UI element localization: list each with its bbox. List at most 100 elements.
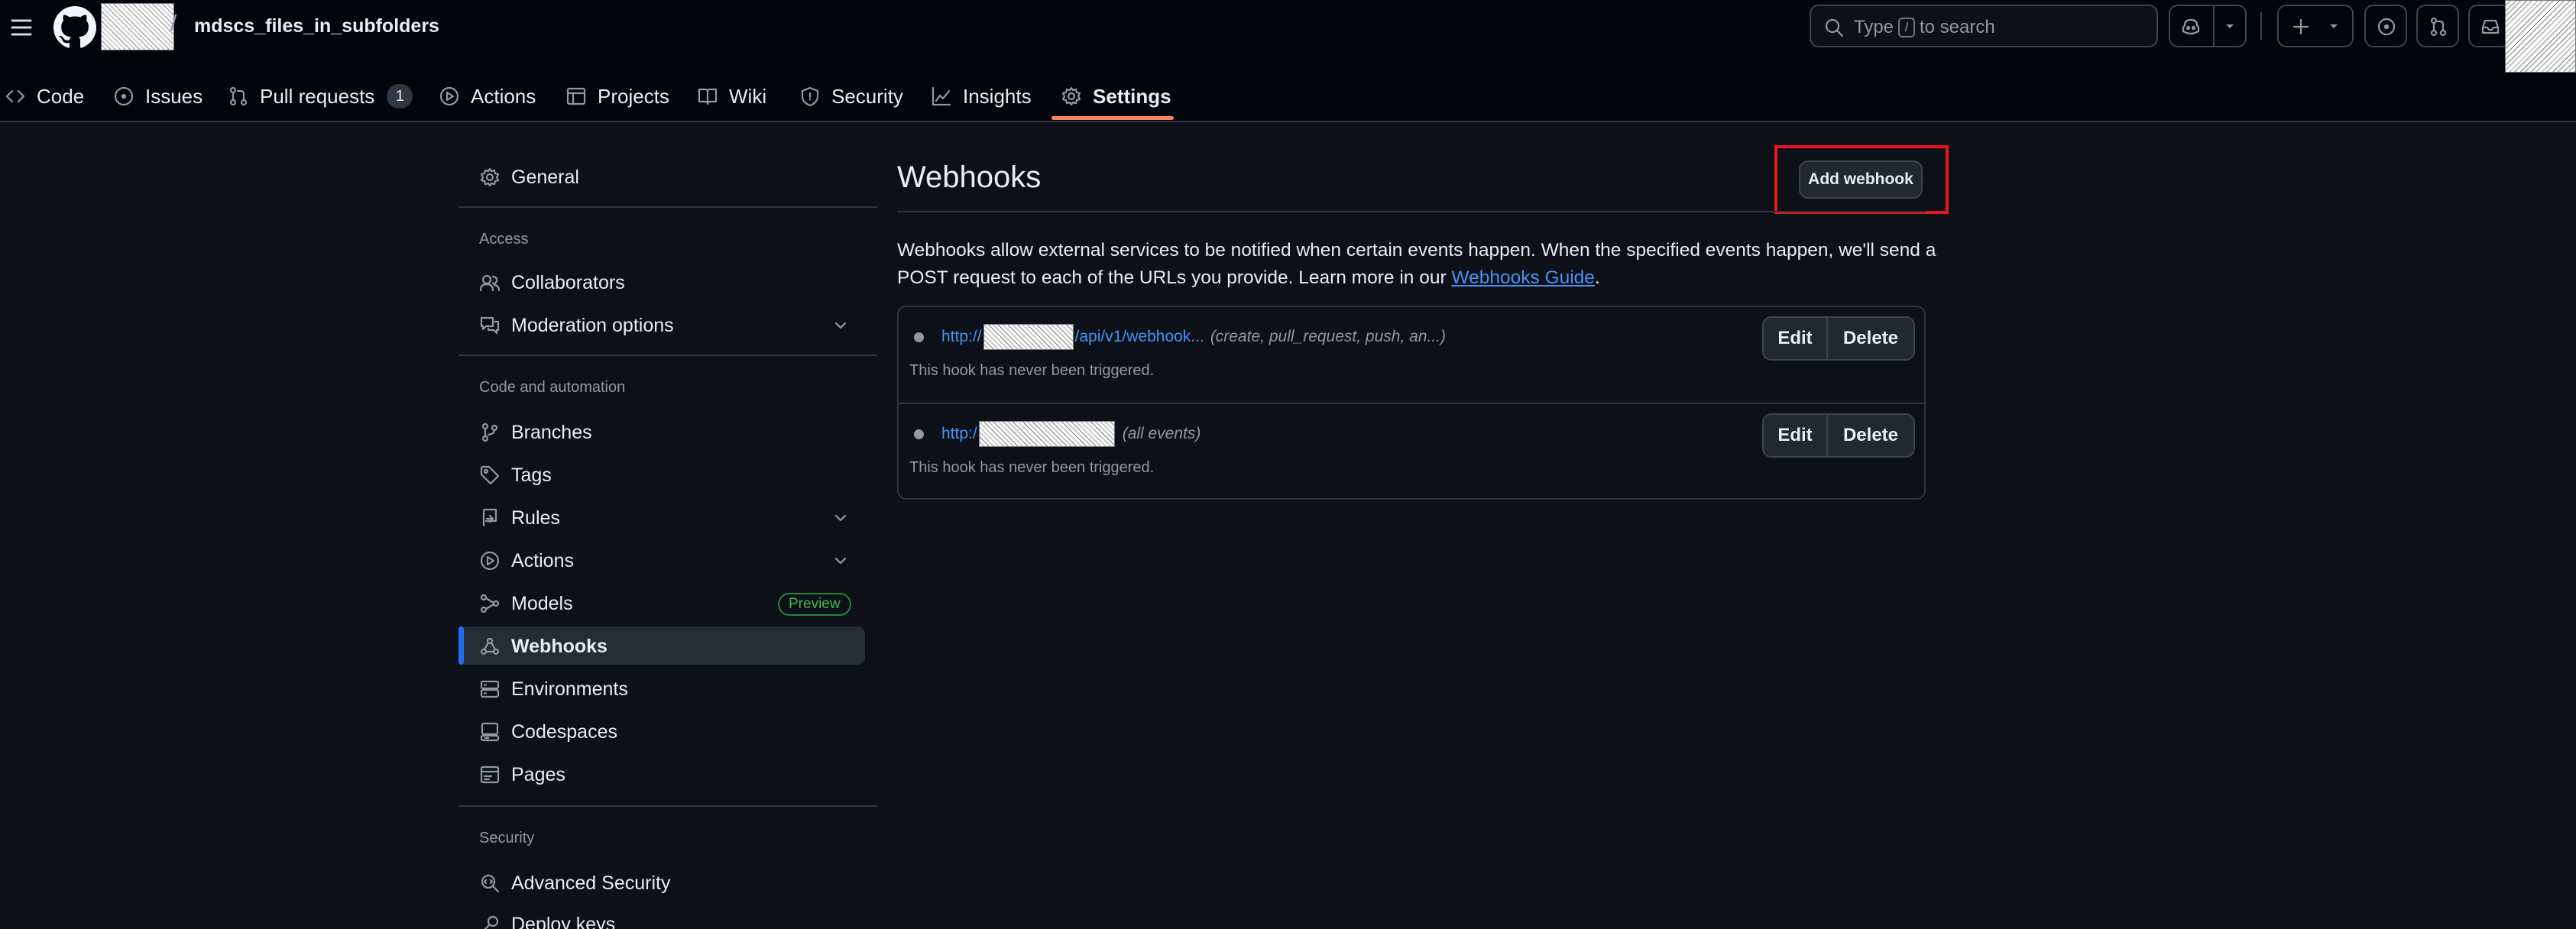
- tab-security[interactable]: Security: [799, 72, 903, 121]
- menu-icon[interactable]: [6, 12, 37, 43]
- redacted-host: [978, 421, 1115, 447]
- webhook-row: http:/ (all events) This hook has never …: [899, 403, 1924, 498]
- webhook-status: This hook has never been triggered.: [909, 459, 1155, 476]
- sidebar-divider: [458, 805, 877, 807]
- user-avatar[interactable]: [2505, 0, 2576, 73]
- create-new-button[interactable]: [2277, 5, 2354, 47]
- play-icon: [480, 551, 500, 571]
- sidebar-item-label: Tags: [511, 464, 552, 486]
- issues-button[interactable]: [2364, 5, 2407, 47]
- chevron-down-icon: [834, 514, 847, 522]
- gear-icon: [480, 167, 500, 187]
- status-dot-icon: [914, 429, 924, 439]
- status-dot-icon: [914, 332, 924, 342]
- webhook-icon: [480, 637, 500, 655]
- copilot-button-group: [2169, 5, 2247, 47]
- sidebar-item-pages[interactable]: Pages: [458, 755, 865, 793]
- webhook-url-prefix: http:/: [941, 425, 977, 442]
- webhook-actions: Edit Delete: [1762, 316, 1915, 361]
- repo-push-icon: [482, 508, 497, 527]
- sidebar-item-label: Collaborators: [511, 272, 625, 293]
- webhooks-list: http:// /api/v1/webhook... (create, pull…: [897, 306, 1926, 500]
- tab-wiki[interactable]: Wiki: [697, 72, 766, 121]
- issue-icon: [2377, 18, 2396, 36]
- tab-insights[interactable]: Insights: [931, 72, 1032, 121]
- copilot-icon[interactable]: [2179, 15, 2202, 38]
- repo-nav: Code Issues Pull requests 1 Actions Proj…: [0, 72, 1299, 121]
- sidebar-item-actions[interactable]: Actions: [458, 541, 865, 579]
- sidebar-divider: [458, 206, 877, 208]
- page-title: Webhooks: [897, 160, 1042, 194]
- description-period: .: [1594, 267, 1600, 288]
- sidebar-item-label: Codespaces: [511, 721, 617, 743]
- codespaces-icon: [480, 722, 500, 742]
- github-logo-icon[interactable]: [53, 6, 96, 49]
- model-icon: [480, 594, 500, 613]
- sidebar-item-rules[interactable]: Rules: [458, 498, 865, 536]
- webhook-actions: Edit Delete: [1762, 413, 1915, 458]
- edit-button[interactable]: Edit: [1764, 318, 1828, 359]
- sidebar-item-label: Moderation options: [511, 315, 674, 336]
- tab-issues[interactable]: Issues: [113, 72, 203, 121]
- git-branch-icon: [481, 422, 498, 442]
- tab-settings[interactable]: Settings: [1061, 72, 1171, 121]
- sidebar-item-collaborators[interactable]: Collaborators: [458, 263, 865, 301]
- sidebar-item-moderation-options[interactable]: Moderation options: [458, 306, 865, 344]
- sidebar-item-label: Actions: [511, 550, 574, 571]
- sidebar-item-label: General: [511, 167, 579, 188]
- issue-icon: [114, 86, 134, 106]
- tab-settings-label: Settings: [1093, 84, 1171, 108]
- tab-code-label: Code: [37, 84, 85, 108]
- server-icon: [480, 680, 500, 698]
- sidebar-item-advanced-security[interactable]: Advanced Security: [458, 863, 865, 901]
- delete-button[interactable]: Delete: [1828, 318, 1913, 359]
- sidebar-item-label: Environments: [511, 678, 628, 700]
- sidebar-item-webhooks[interactable]: Webhooks: [458, 626, 865, 665]
- pull-requests-button[interactable]: [2416, 5, 2459, 47]
- sidebar-item-deploy-keys[interactable]: Deploy keys: [458, 905, 865, 929]
- webhook-row: http:// /api/v1/webhook... (create, pull…: [899, 307, 1924, 403]
- sidebar-item-label: Advanced Security: [511, 872, 671, 894]
- chevron-down-icon[interactable]: [2222, 18, 2237, 34]
- tab-projects[interactable]: Projects: [565, 72, 669, 121]
- shield-icon: [801, 86, 819, 107]
- sidebar-item-environments[interactable]: Environments: [458, 669, 865, 707]
- play-icon: [439, 86, 459, 106]
- sidebar-item-models[interactable]: Models Preview: [458, 584, 865, 622]
- chevron-down-icon: [834, 557, 847, 565]
- sidebar-item-general[interactable]: General: [458, 157, 865, 196]
- browser-icon: [480, 766, 500, 784]
- sidebar-item-label: Pages: [511, 764, 565, 785]
- search-placeholder-suffix: to search: [1920, 17, 1995, 37]
- codescan-icon: [481, 874, 500, 893]
- tab-code[interactable]: Code: [5, 72, 84, 121]
- description-text: Webhooks allow external services to be n…: [897, 240, 1936, 288]
- sidebar-item-tags[interactable]: Tags: [458, 455, 865, 494]
- search-placeholder-prefix: Type: [1854, 17, 1894, 37]
- webhook-url-link[interactable]: http:// /api/v1/webhook... (create, pull…: [941, 324, 1446, 350]
- webhook-url-link[interactable]: http:/ (all events): [941, 421, 1201, 447]
- chevron-down-icon: [2330, 24, 2338, 28]
- sidebar-item-branches[interactable]: Branches: [458, 413, 865, 451]
- owner-avatar[interactable]: [101, 3, 174, 50]
- tag-icon: [480, 465, 500, 485]
- book-icon: [698, 88, 718, 105]
- webhooks-guide-link[interactable]: Webhooks Guide: [1451, 267, 1595, 288]
- app-header: / mdscs_files_in_subfolders Type / to se…: [0, 0, 2576, 122]
- webhooks-panel: Webhooks Add webhook Webhooks allow exte…: [896, 122, 1965, 810]
- code-icon: [5, 89, 25, 103]
- webhook-events: (create, pull_request, push, an...): [1210, 328, 1446, 345]
- sidebar-item-label: Models: [511, 593, 573, 614]
- webhook-url-prefix: http://: [941, 328, 982, 345]
- sidebar-heading-code-automation: Code and automation: [479, 379, 626, 396]
- sidebar-item-codespaces[interactable]: Codespaces: [458, 712, 865, 750]
- tab-pull-requests[interactable]: Pull requests 1: [228, 72, 413, 121]
- repo-name-link[interactable]: mdscs_files_in_subfolders: [194, 15, 439, 37]
- tab-wiki-label: Wiki: [729, 84, 767, 108]
- delete-button[interactable]: Delete: [1828, 415, 1913, 456]
- webhook-url-suffix: /api/v1/webhook...: [1074, 328, 1204, 345]
- redacted-host: [983, 324, 1074, 350]
- edit-button[interactable]: Edit: [1764, 415, 1828, 456]
- tab-actions[interactable]: Actions: [439, 72, 536, 121]
- search-input[interactable]: Type / to search: [1810, 5, 2158, 47]
